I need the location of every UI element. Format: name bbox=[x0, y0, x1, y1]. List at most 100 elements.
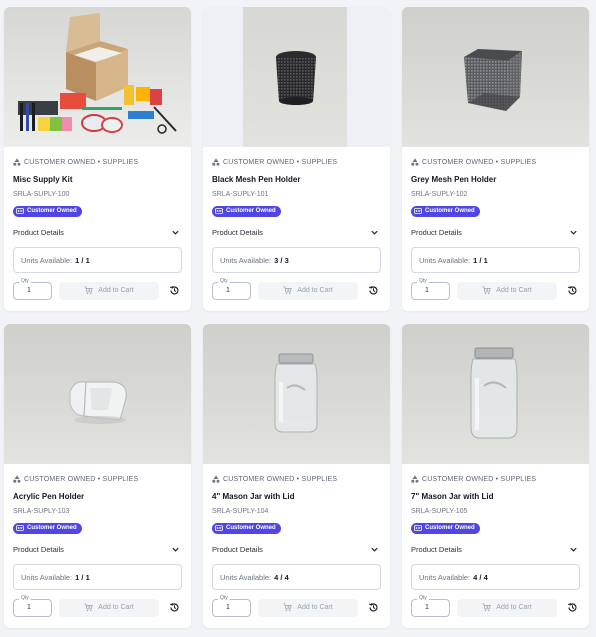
add-to-cart-button[interactable]: Add to Cart bbox=[59, 281, 159, 300]
product-title[interactable]: Black Mesh Pen Holder bbox=[212, 175, 381, 185]
add-to-cart-button[interactable]: Add to Cart bbox=[258, 598, 358, 617]
units-available-box: Units Available: 4 / 4 bbox=[411, 564, 580, 590]
quantity-value: 1 bbox=[425, 287, 429, 294]
product-details-toggle[interactable]: Product Details bbox=[411, 226, 580, 238]
product-title[interactable]: 4" Mason Jar with Lid bbox=[212, 492, 381, 502]
chevron-down-icon bbox=[172, 230, 179, 235]
history-icon[interactable] bbox=[169, 602, 180, 613]
cart-plus-icon bbox=[84, 286, 94, 295]
units-available-label: Units Available: bbox=[419, 255, 471, 265]
product-card: CUSTOMER OWNED • SUPPLIES Black Mesh Pen… bbox=[203, 7, 390, 311]
units-available-value: 4 / 4 bbox=[473, 572, 488, 582]
add-to-cart-label: Add to Cart bbox=[297, 604, 333, 611]
category-text: CUSTOMER OWNED • SUPPLIES bbox=[24, 158, 139, 166]
quantity-field[interactable]: Qty 1 bbox=[411, 277, 450, 300]
quantity-field[interactable]: Qty 1 bbox=[411, 594, 450, 617]
chevron-down-icon bbox=[172, 547, 179, 552]
product-image-misc-supply-kit[interactable] bbox=[4, 7, 191, 147]
quantity-field[interactable]: Qty 1 bbox=[212, 277, 251, 300]
history-icon[interactable] bbox=[368, 285, 379, 296]
product-details-label: Product Details bbox=[212, 227, 263, 237]
product-details-toggle[interactable]: Product Details bbox=[411, 543, 580, 555]
card-actions: Qty 1 Add to Cart bbox=[212, 277, 381, 300]
product-details-label: Product Details bbox=[212, 544, 263, 554]
quantity-label: Qty bbox=[218, 594, 230, 601]
customer-owned-badge: Customer Owned bbox=[212, 205, 281, 217]
product-card: CUSTOMER OWNED • SUPPLIES 4" Mason Jar w… bbox=[203, 324, 390, 628]
category-text: CUSTOMER OWNED • SUPPLIES bbox=[24, 475, 139, 483]
category-text: CUSTOMER OWNED • SUPPLIES bbox=[422, 158, 537, 166]
add-to-cart-label: Add to Cart bbox=[98, 287, 134, 294]
add-to-cart-button[interactable]: Add to Cart bbox=[258, 281, 358, 300]
quantity-value: 1 bbox=[27, 604, 31, 611]
id-card-icon bbox=[414, 208, 422, 214]
product-details-label: Product Details bbox=[13, 544, 64, 554]
add-to-cart-button[interactable]: Add to Cart bbox=[457, 281, 557, 300]
shapes-icon bbox=[411, 158, 419, 166]
quantity-label: Qty bbox=[417, 594, 429, 601]
history-icon[interactable] bbox=[567, 285, 578, 296]
quantity-label: Qty bbox=[417, 277, 429, 284]
customer-owned-badge: Customer Owned bbox=[13, 205, 82, 217]
chevron-down-icon bbox=[570, 230, 577, 235]
product-title[interactable]: Grey Mesh Pen Holder bbox=[411, 175, 580, 185]
category-text: CUSTOMER OWNED • SUPPLIES bbox=[223, 475, 338, 483]
units-available-label: Units Available: bbox=[220, 572, 272, 582]
product-title[interactable]: Acrylic Pen Holder bbox=[13, 492, 182, 502]
units-available-box: Units Available: 4 / 4 bbox=[212, 564, 381, 590]
category-label: CUSTOMER OWNED • SUPPLIES bbox=[411, 157, 580, 167]
product-image-mason-jar-7in[interactable] bbox=[402, 324, 589, 464]
product-details-toggle[interactable]: Product Details bbox=[212, 226, 381, 238]
id-card-icon bbox=[16, 525, 24, 531]
units-available-box: Units Available: 1 / 1 bbox=[411, 247, 580, 273]
add-to-cart-button[interactable]: Add to Cart bbox=[59, 598, 159, 617]
history-icon[interactable] bbox=[567, 602, 578, 613]
product-sku: SRLA-SUPLY-102 bbox=[411, 191, 468, 198]
units-available-value: 1 / 1 bbox=[75, 572, 90, 582]
history-icon[interactable] bbox=[169, 285, 180, 296]
add-to-cart-label: Add to Cart bbox=[297, 287, 333, 294]
product-sku: SRLA-SUPLY-103 bbox=[13, 508, 70, 515]
product-image-grey-mesh-pen-holder[interactable] bbox=[402, 7, 589, 147]
quantity-field[interactable]: Qty 1 bbox=[13, 594, 52, 617]
product-card: CUSTOMER OWNED • SUPPLIES Misc Supply Ki… bbox=[4, 7, 191, 311]
shapes-icon bbox=[212, 475, 220, 483]
customer-owned-badge: Customer Owned bbox=[212, 522, 281, 534]
product-image-black-mesh-pen-holder[interactable] bbox=[203, 7, 390, 147]
card-actions: Qty 1 Add to Cart bbox=[411, 277, 580, 300]
chevron-down-icon bbox=[371, 230, 378, 235]
product-title[interactable]: Misc Supply Kit bbox=[13, 175, 182, 185]
product-image-acrylic-pen-holder[interactable] bbox=[4, 324, 191, 464]
product-card: CUSTOMER OWNED • SUPPLIES 7" Mason Jar w… bbox=[402, 324, 589, 628]
product-details-toggle[interactable]: Product Details bbox=[13, 226, 182, 238]
badge-label: Customer Owned bbox=[425, 525, 475, 531]
add-to-cart-button[interactable]: Add to Cart bbox=[457, 598, 557, 617]
product-title[interactable]: 7" Mason Jar with Lid bbox=[411, 492, 580, 502]
category-label: CUSTOMER OWNED • SUPPLIES bbox=[212, 474, 381, 484]
quantity-field[interactable]: Qty 1 bbox=[212, 594, 251, 617]
units-available-box: Units Available: 1 / 1 bbox=[13, 564, 182, 590]
badge-label: Customer Owned bbox=[27, 208, 77, 214]
cart-plus-icon bbox=[283, 603, 293, 612]
badge-label: Customer Owned bbox=[226, 525, 276, 531]
product-card: CUSTOMER OWNED • SUPPLIES Acrylic Pen Ho… bbox=[4, 324, 191, 628]
card-actions: Qty 1 Add to Cart bbox=[13, 594, 182, 617]
cart-plus-icon bbox=[482, 603, 492, 612]
id-card-icon bbox=[16, 208, 24, 214]
units-available-label: Units Available: bbox=[419, 572, 471, 582]
id-card-icon bbox=[414, 525, 422, 531]
units-available-label: Units Available: bbox=[21, 255, 73, 265]
quantity-label: Qty bbox=[19, 277, 31, 284]
quantity-field[interactable]: Qty 1 bbox=[13, 277, 52, 300]
history-icon[interactable] bbox=[368, 602, 379, 613]
product-sku: SRLA-SUPLY-104 bbox=[212, 508, 269, 515]
units-available-value: 4 / 4 bbox=[274, 572, 289, 582]
product-details-toggle[interactable]: Product Details bbox=[212, 543, 381, 555]
product-grid: CUSTOMER OWNED • SUPPLIES Misc Supply Ki… bbox=[4, 7, 589, 628]
product-details-toggle[interactable]: Product Details bbox=[13, 543, 182, 555]
product-image-mason-jar-4in[interactable] bbox=[203, 324, 390, 464]
customer-owned-badge: Customer Owned bbox=[411, 522, 480, 534]
product-sku: SRLA-SUPLY-105 bbox=[411, 508, 468, 515]
product-sku: SRLA-SUPLY-100 bbox=[13, 191, 70, 198]
category-label: CUSTOMER OWNED • SUPPLIES bbox=[13, 474, 182, 484]
